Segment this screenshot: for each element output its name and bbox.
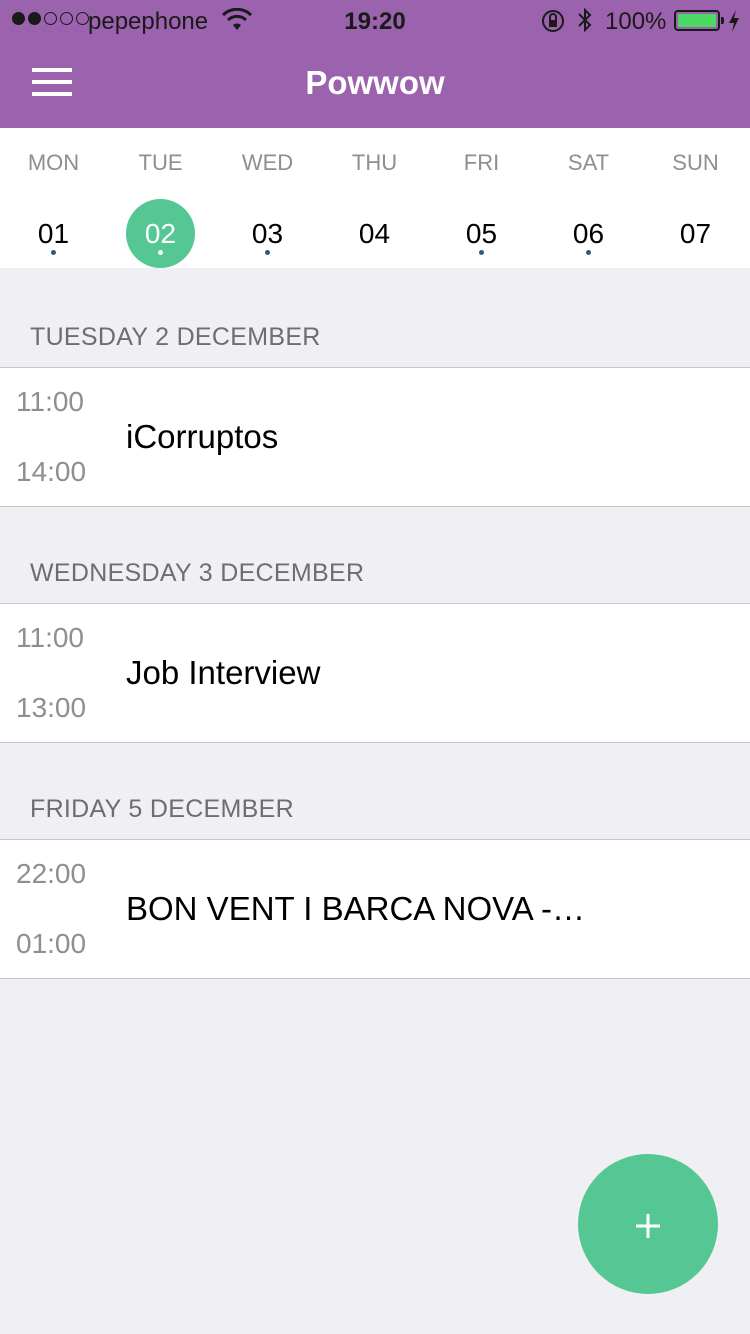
day-name: TUE: [138, 150, 183, 175]
bluetooth-icon: [578, 7, 592, 33]
event-start-time: 22:00: [16, 858, 87, 889]
app-title: Powwow: [305, 64, 445, 101]
hamburger-menu-icon[interactable]: [24, 64, 80, 104]
day-fri[interactable]: FRI 05: [428, 128, 535, 268]
day-number: 04: [358, 218, 391, 249]
plus-icon: [636, 1214, 660, 1238]
battery-percent: 100%: [605, 8, 667, 35]
day-name: FRI: [463, 150, 500, 175]
event-title: Job Interview: [126, 654, 321, 691]
event-row[interactable]: 11:00 Job Interview 13:00: [0, 603, 750, 743]
event-end-time: 14:00: [16, 456, 87, 487]
event-indicator-dot: [479, 250, 484, 255]
day-number: 03: [251, 218, 284, 249]
day-tue[interactable]: TUE 02: [107, 128, 214, 268]
carrier-name: pepephone: [88, 8, 209, 35]
day-number: 06: [572, 218, 605, 249]
day-mon[interactable]: MON 01: [0, 128, 107, 268]
section-header: FRIDAY 5 DECEMBER: [30, 795, 294, 823]
event-start-time: 11:00: [16, 386, 84, 417]
wifi-icon: [222, 8, 252, 30]
navigation-bar: Powwow: [0, 40, 750, 128]
event-title: BON VENT I BARCA NOVA -…: [126, 890, 586, 927]
week-strip: MON 01 TUE 02 WED 03 THU 04 FRI 05 SAT 06 SUN 07: [0, 128, 750, 268]
day-name: WED: [241, 150, 294, 175]
day-name: MON: [27, 150, 80, 175]
event-row[interactable]: 22:00 BON VENT I BARCA NOVA -… 01:00: [0, 839, 750, 979]
event-row[interactable]: 11:00 iCorruptos 14:00: [0, 367, 750, 507]
event-indicator-dot: [51, 250, 56, 255]
event-end-time: 01:00: [16, 928, 87, 959]
event-start-time: 11:00: [16, 622, 84, 653]
day-number: 02: [144, 218, 177, 249]
rotation-lock-icon: [542, 10, 564, 32]
event-title: iCorruptos: [126, 418, 279, 455]
event-indicator-dot: [265, 250, 270, 255]
day-name: SUN: [672, 150, 719, 175]
day-name: SAT: [567, 150, 610, 175]
section-header: TUESDAY 2 DECEMBER: [30, 323, 321, 351]
status-bar: pepephone 19:20 100%: [0, 0, 750, 40]
day-number: 01: [37, 218, 70, 249]
event-end-time: 13:00: [16, 692, 87, 723]
day-wed[interactable]: WED 03: [214, 128, 321, 268]
event-indicator-dot: [586, 250, 591, 255]
day-number: 07: [679, 218, 712, 249]
signal-strength-icon: [12, 12, 89, 25]
day-thu[interactable]: THU 04: [321, 128, 428, 268]
day-name: THU: [351, 150, 398, 175]
charging-bolt-icon: [729, 10, 739, 32]
battery-icon: [674, 10, 724, 31]
day-sun[interactable]: SUN 07: [642, 128, 749, 268]
day-number: 05: [465, 218, 498, 249]
event-indicator-dot: [158, 250, 163, 255]
day-sat[interactable]: SAT 06: [535, 128, 642, 268]
section-header: WEDNESDAY 3 DECEMBER: [30, 559, 365, 587]
add-event-button[interactable]: [578, 1154, 718, 1294]
